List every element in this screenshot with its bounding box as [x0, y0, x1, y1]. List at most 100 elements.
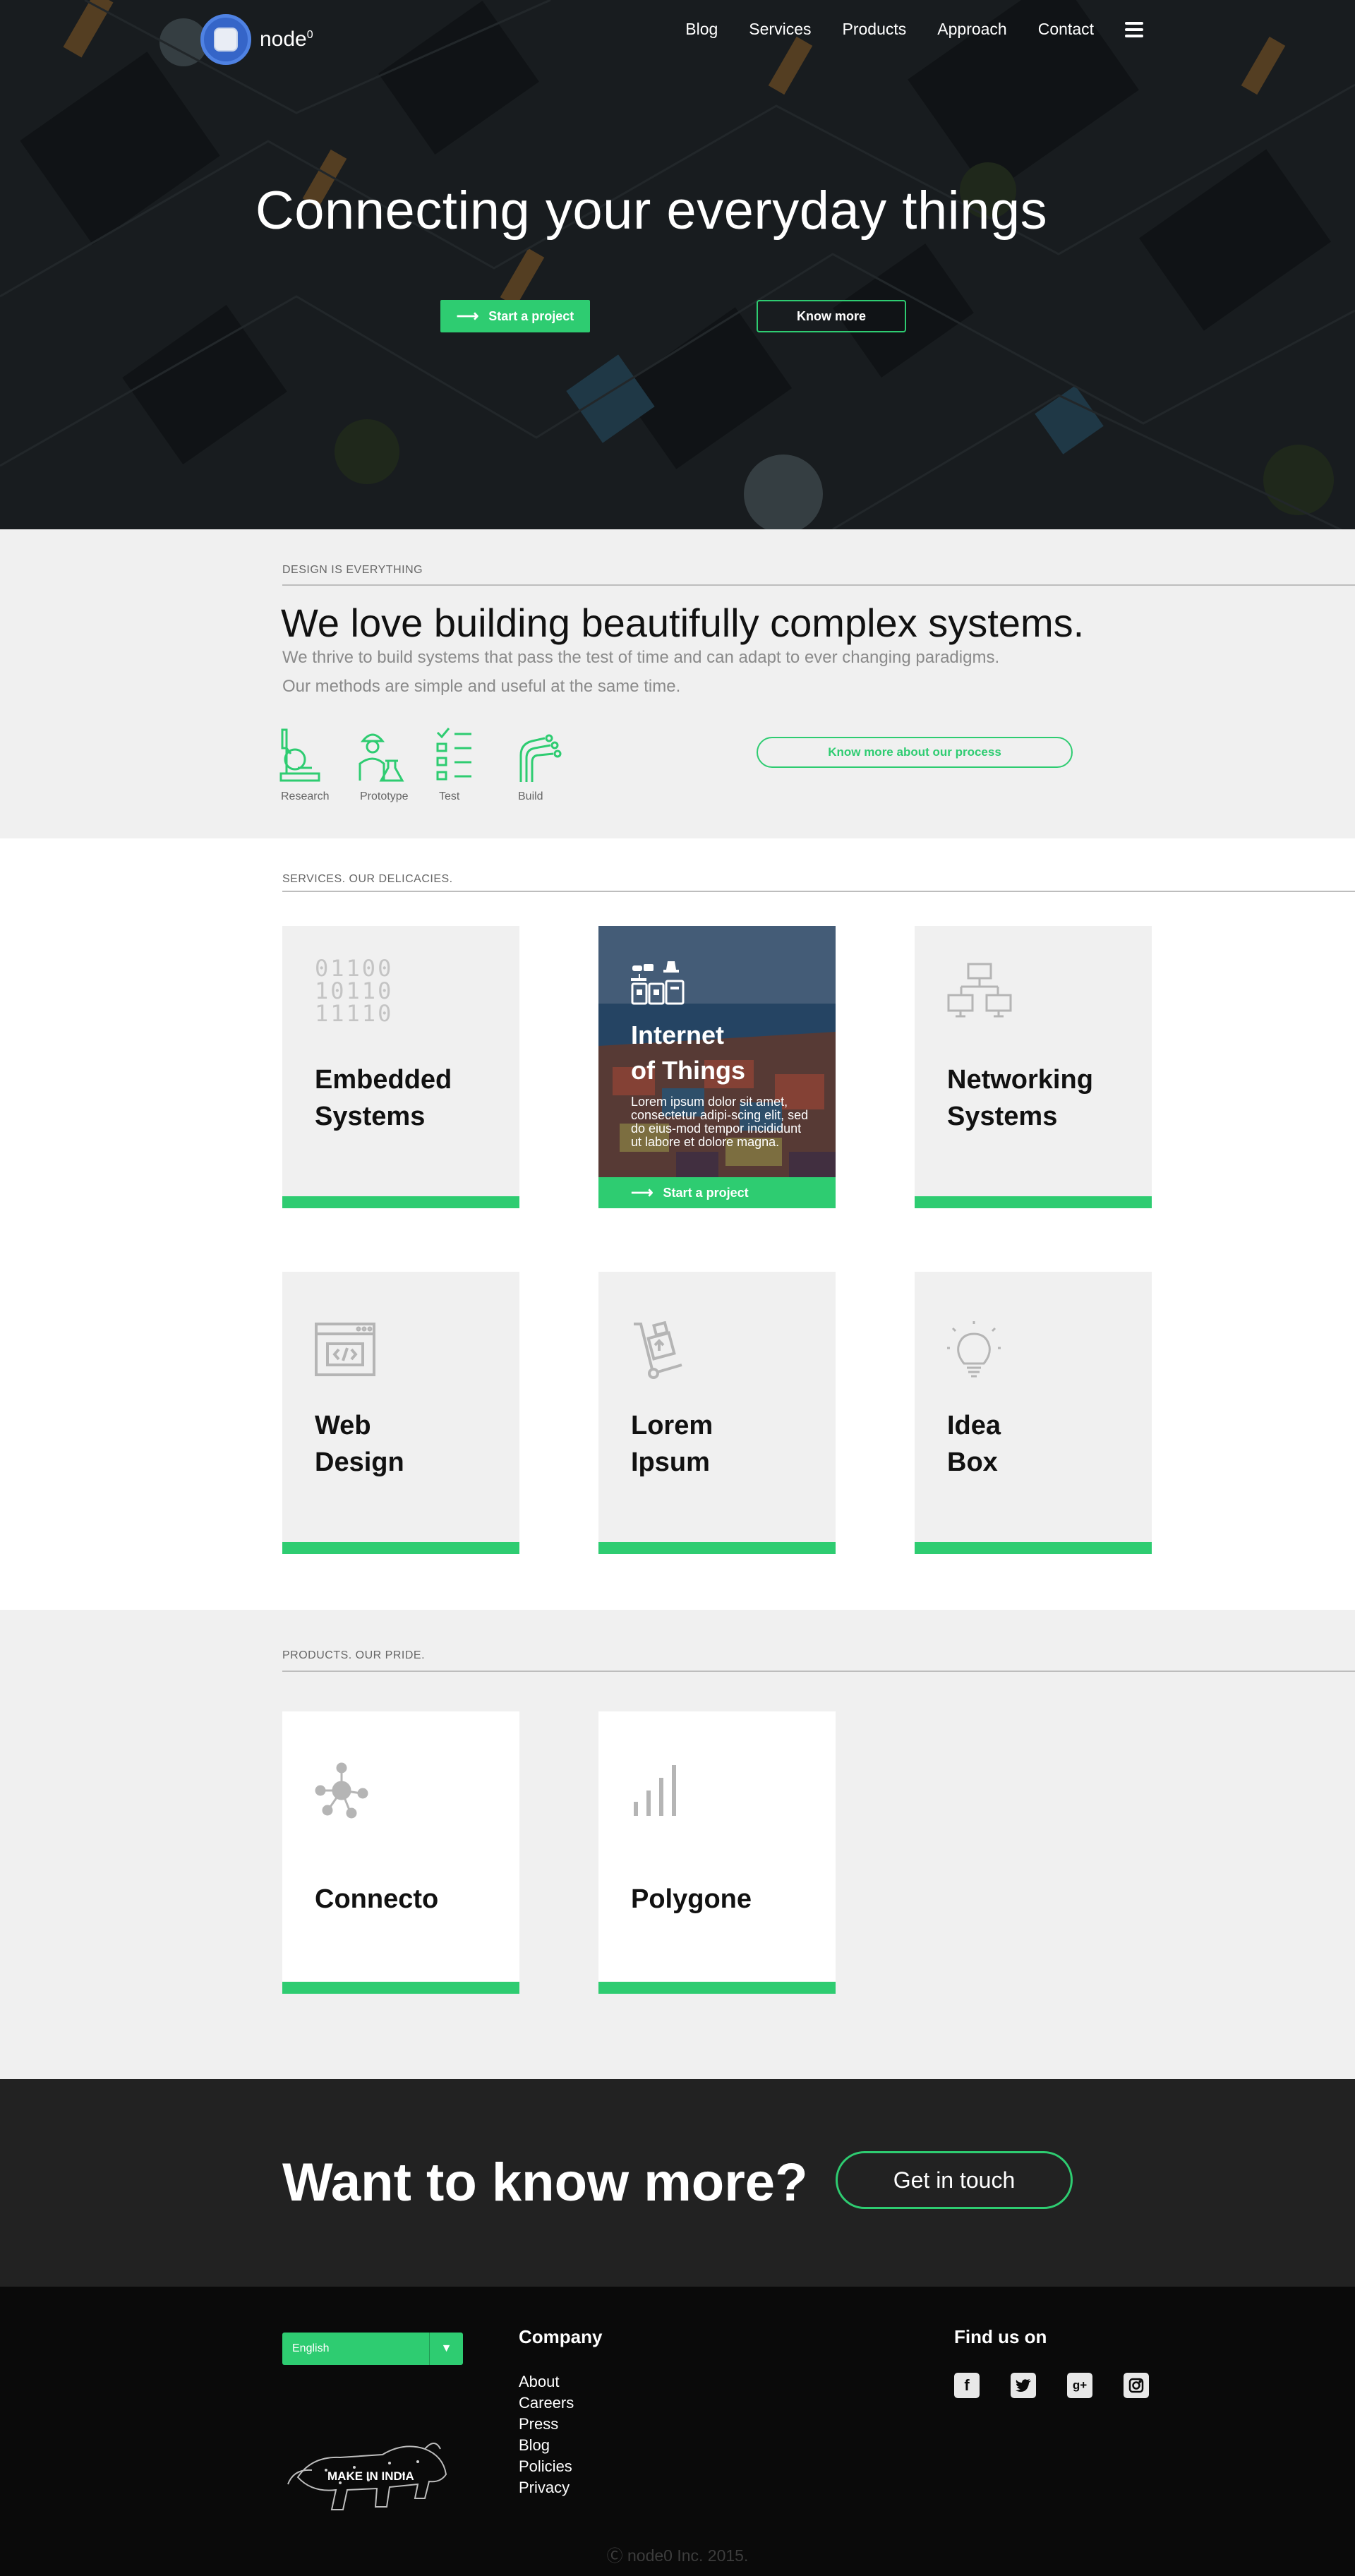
card-title: Embedded Systems	[315, 1065, 452, 1131]
service-card-embedded[interactable]: 01100 10110 11110 Embedded Systems	[282, 926, 519, 1208]
social-links: f g+	[954, 2373, 1180, 2398]
step-label: Build	[518, 790, 543, 802]
binary-icon: 01100 10110 11110	[315, 955, 394, 1027]
card-title: Connecto	[315, 1884, 439, 1914]
arrow-right-icon: ⟶	[456, 307, 479, 325]
know-more-button[interactable]: Know more	[757, 300, 906, 332]
design-text-line2: Our methods are simple and useful at the…	[282, 677, 681, 696]
nav-links: Blog Services Products Approach Contact	[654, 20, 1143, 39]
button-label: Start a project	[663, 1185, 749, 1200]
footer-link-careers[interactable]: Careers	[519, 2393, 574, 2414]
products-section: PRODUCTS. OUR PRIDE. Connecto Polygone	[0, 1610, 1355, 2079]
card-accent-bar	[598, 1982, 836, 1994]
language-select[interactable]: English ▼	[282, 2333, 463, 2365]
lightbulb-icon	[947, 1321, 1001, 1378]
card-title: Idea Box	[947, 1411, 1001, 1477]
hub-icon	[315, 1762, 368, 1819]
nav-link-approach[interactable]: Approach	[937, 20, 1006, 39]
signal-bars-icon	[634, 1765, 676, 1816]
product-card-polygone[interactable]: Polygone	[598, 1711, 836, 1994]
card-title: Networking Systems	[947, 1065, 1093, 1131]
make-in-india-logo: MAKE IN INDIA	[287, 2443, 447, 2510]
caret-down-icon: ▼	[429, 2333, 463, 2365]
footer-link-press[interactable]: Press	[519, 2414, 574, 2435]
hero-overlay	[0, 0, 1355, 529]
step-label: Research	[281, 790, 330, 802]
footer-link-about[interactable]: About	[519, 2371, 574, 2393]
card-accent-bar	[282, 1982, 519, 1994]
product-card-connecto[interactable]: Connecto	[282, 1711, 519, 1994]
hamburger-menu-icon[interactable]	[1125, 21, 1143, 37]
svg-text:MAKE IN INDIA: MAKE IN INDIA	[327, 2469, 414, 2483]
get-in-touch-button[interactable]: Get in touch	[836, 2151, 1073, 2209]
card-title: Web Design	[315, 1411, 404, 1477]
hero-title: Connecting your everyday things	[255, 181, 1048, 241]
instagram-icon[interactable]	[1124, 2373, 1149, 2398]
language-value: English	[292, 2342, 330, 2354]
process-step-research: Research	[277, 727, 356, 803]
footer-link-policies[interactable]: Policies	[519, 2456, 574, 2477]
nav-link-services[interactable]: Services	[749, 20, 811, 39]
iot-devices-icon	[631, 961, 685, 1005]
cta-heading: Want to know more?	[282, 2153, 808, 2213]
social-heading: Find us on	[954, 2326, 1047, 2347]
section-label-products: PRODUCTS. OUR PRIDE.	[282, 1649, 426, 1661]
footer-link-privacy[interactable]: Privacy	[519, 2477, 574, 2498]
step-label: Prototype	[360, 790, 409, 802]
nav-link-blog[interactable]: Blog	[685, 20, 718, 39]
google-plus-icon[interactable]: g+	[1067, 2373, 1092, 2398]
code-window-icon	[315, 1323, 375, 1376]
design-text-line1: We thrive to build systems that pass the…	[282, 648, 1000, 667]
section-divider	[282, 891, 1355, 892]
service-card-web-design[interactable]: Web Design	[282, 1272, 519, 1554]
hand-truck-icon	[634, 1321, 682, 1379]
company-links: About Careers Press Blog Policies Privac…	[519, 2371, 574, 2498]
service-card-lorem-ipsum[interactable]: Lorem Ipsum	[598, 1272, 836, 1554]
card-accent-bar	[915, 1542, 1152, 1554]
network-icon	[947, 963, 1012, 1018]
company-heading: Company	[519, 2326, 603, 2347]
section-divider	[282, 1671, 1355, 1672]
brand-name: node0	[260, 28, 313, 51]
process-step-build: Build	[514, 727, 593, 803]
service-card-iot[interactable]: Internet of Things Lorem ipsum dolor sit …	[598, 926, 836, 1208]
design-section: DESIGN IS EVERYTHING We love building be…	[0, 529, 1355, 838]
process-step-test: Test	[435, 727, 514, 803]
footer-link-blog[interactable]: Blog	[519, 2435, 574, 2456]
copyright-text: Ⓒ node0 Inc. 2015.	[606, 2546, 749, 2565]
services-section: SERVICES. OUR DELICACIES. 01100 10110 11…	[0, 838, 1355, 1610]
process-step-prototype: Prototype	[356, 727, 435, 803]
nav-link-contact[interactable]: Contact	[1038, 20, 1094, 39]
checklist-icon	[436, 728, 471, 781]
section-label-services: SERVICES. OUR DELICACIES.	[282, 873, 453, 885]
brand-logo[interactable]: node0	[200, 14, 313, 65]
card-title: Polygone	[631, 1884, 752, 1914]
engineer-flask-icon	[359, 733, 404, 782]
card-accent-bar	[598, 1542, 836, 1554]
twitter-icon[interactable]	[1011, 2373, 1036, 2398]
card-accent-bar	[915, 1196, 1152, 1208]
nav-link-products[interactable]: Products	[843, 20, 907, 39]
microscope-icon	[279, 728, 320, 782]
arrow-right-icon: ⟶	[631, 1184, 654, 1201]
start-project-label: Start a project	[488, 308, 574, 323]
site-footer: English ▼ MAKE IN INDIA Company About Ca…	[0, 2287, 1355, 2576]
service-card-networking[interactable]: Networking Systems	[915, 926, 1152, 1208]
facebook-icon[interactable]: f	[954, 2373, 980, 2398]
hero-section: node0 Blog Services Products Approach Co…	[0, 0, 1355, 529]
card-title: Internet of Things	[631, 1021, 745, 1085]
card-accent-bar	[282, 1196, 519, 1208]
card-title: Lorem Ipsum	[631, 1411, 713, 1477]
service-card-idea-box[interactable]: Idea Box	[915, 1272, 1152, 1554]
iot-start-project-button[interactable]: ⟶ Start a project	[598, 1177, 836, 1208]
process-button[interactable]: Know more about our process	[757, 737, 1073, 768]
section-divider	[282, 584, 1355, 586]
design-heading: We love building beautifully complex sys…	[281, 601, 1085, 645]
step-label: Test	[439, 790, 460, 802]
start-project-button[interactable]: ⟶ Start a project	[440, 300, 590, 332]
card-accent-bar	[282, 1542, 519, 1554]
circuit-hand-icon	[519, 734, 562, 782]
process-steps: Research Prototype Test Build	[277, 727, 593, 803]
top-navigation: node0 Blog Services Products Approach Co…	[0, 0, 1355, 65]
card-description: Lorem ipsum dolor sit amet, consectetur …	[631, 1095, 809, 1149]
